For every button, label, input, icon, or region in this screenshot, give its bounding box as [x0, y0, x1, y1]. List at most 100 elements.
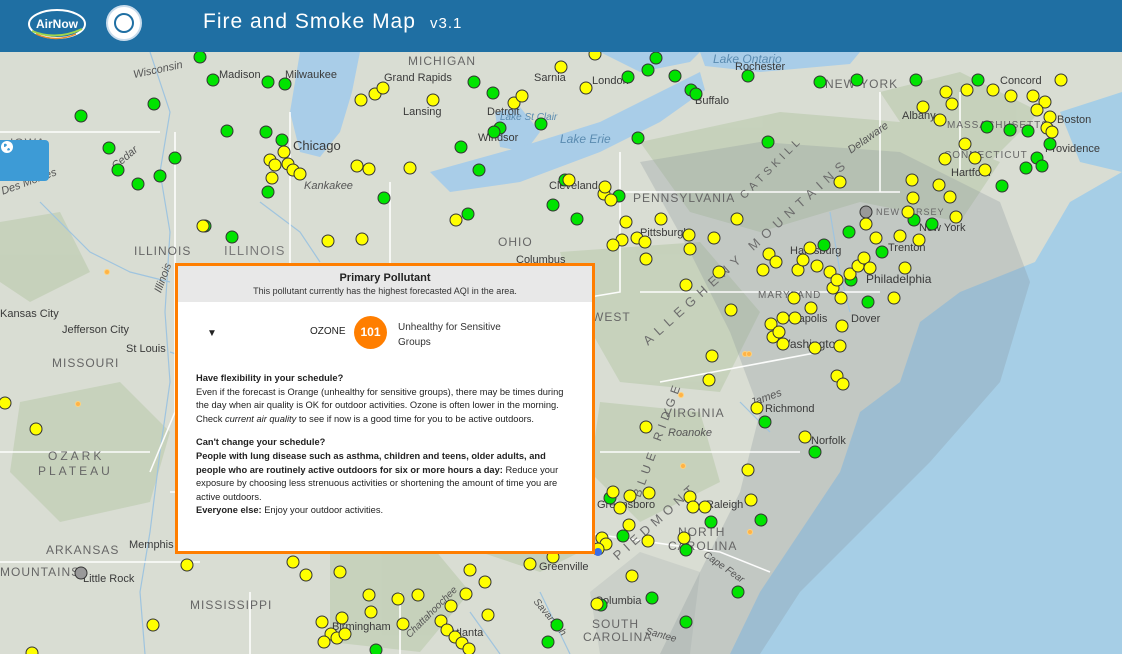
monitor-marker[interactable] [515, 89, 529, 103]
monitor-marker[interactable] [810, 259, 824, 273]
monitor-marker[interactable] [836, 377, 850, 391]
monitor-marker[interactable] [278, 77, 292, 91]
monitor-marker[interactable] [1035, 159, 1049, 173]
monitor-marker[interactable] [376, 81, 390, 95]
monitor-marker[interactable] [1003, 123, 1017, 137]
monitor-marker[interactable] [598, 180, 612, 194]
monitor-marker[interactable] [625, 569, 639, 583]
monitor-marker[interactable] [335, 611, 349, 625]
monitor-marker[interactable] [960, 83, 974, 97]
monitor-marker[interactable] [265, 171, 279, 185]
monitor-marker[interactable] [534, 117, 548, 131]
monitor-marker[interactable] [338, 627, 352, 641]
monitor-marker[interactable] [631, 131, 645, 145]
monitor-marker[interactable] [286, 555, 300, 569]
monitor-marker[interactable] [803, 241, 817, 255]
monitor-marker[interactable] [813, 75, 827, 89]
monitor-marker[interactable] [769, 255, 783, 269]
monitor-marker[interactable] [1004, 89, 1018, 103]
monitor-marker[interactable] [153, 169, 167, 183]
monitor-marker[interactable] [299, 568, 313, 582]
monitor-marker[interactable] [932, 178, 946, 192]
monitor-marker[interactable] [833, 339, 847, 353]
monitor-marker[interactable] [909, 73, 923, 87]
monitor-marker[interactable] [772, 325, 786, 339]
monitor-marker[interactable] [206, 73, 220, 87]
monitor-marker[interactable] [705, 349, 719, 363]
monitor-marker[interactable] [1019, 161, 1033, 175]
monitor-marker[interactable] [654, 212, 668, 226]
monitor-marker[interactable] [606, 238, 620, 252]
monitor-marker[interactable] [850, 73, 864, 87]
monitor-marker[interactable] [776, 311, 790, 325]
monitor-marker[interactable] [355, 232, 369, 246]
monitor-marker[interactable] [562, 173, 576, 187]
monitor-marker[interactable] [833, 175, 847, 189]
monitor-marker[interactable] [478, 575, 492, 589]
monitor-marker[interactable] [639, 420, 653, 434]
monitor-marker[interactable] [971, 73, 985, 87]
monitor-marker[interactable] [277, 145, 291, 159]
monitor-marker[interactable] [925, 217, 939, 231]
monitor-marker[interactable] [619, 215, 633, 229]
monitor-marker[interactable] [707, 231, 721, 245]
monitor-marker[interactable] [756, 263, 770, 277]
monitor-marker[interactable] [724, 303, 738, 317]
monitor-marker[interactable] [350, 159, 364, 173]
monitor-marker[interactable] [698, 500, 712, 514]
monitor-marker[interactable] [146, 618, 160, 632]
monitor-marker[interactable] [901, 205, 915, 219]
monitor-marker[interactable] [333, 565, 347, 579]
monitor-marker[interactable] [321, 234, 335, 248]
monitor-marker[interactable] [180, 558, 194, 572]
monitor-marker[interactable] [590, 597, 604, 611]
fire-detection-marker[interactable] [104, 269, 110, 275]
monitor-marker[interactable] [426, 93, 440, 107]
monitor-marker[interactable] [268, 158, 282, 172]
monitor-marker[interactable] [472, 163, 486, 177]
monitor-marker[interactable] [869, 231, 883, 245]
monitor-marker[interactable] [616, 529, 630, 543]
monitor-marker[interactable] [317, 635, 331, 649]
monitor-marker[interactable] [1043, 110, 1057, 124]
monitor-marker[interactable] [741, 463, 755, 477]
monitor-marker[interactable] [730, 212, 744, 226]
monitor-marker[interactable] [798, 430, 812, 444]
monitor-marker[interactable] [364, 605, 378, 619]
monitor-marker[interactable] [444, 599, 458, 613]
monitor-marker[interactable] [523, 557, 537, 571]
current-air-quality-link[interactable]: current air quality [225, 414, 296, 424]
monitor-marker[interactable] [808, 445, 822, 459]
monitor-marker[interactable] [639, 252, 653, 266]
fire-detection-marker[interactable] [746, 351, 752, 357]
monitor-marker[interactable] [686, 500, 700, 514]
monitor-marker[interactable] [168, 151, 182, 165]
monitor-marker[interactable] [261, 75, 275, 89]
monitor-marker[interactable] [754, 513, 768, 527]
monitor-marker[interactable] [481, 608, 495, 622]
monitor-marker[interactable] [863, 261, 877, 275]
monitor-marker[interactable] [623, 489, 637, 503]
monitor-marker[interactable] [1054, 73, 1068, 87]
monitor-marker[interactable] [679, 278, 693, 292]
monitor-marker[interactable] [486, 86, 500, 100]
fire-detection-marker[interactable] [678, 392, 684, 398]
monitor-marker[interactable] [776, 337, 790, 351]
expand-caret-icon[interactable]: ▼ [207, 328, 217, 339]
monitor-marker[interactable] [906, 191, 920, 205]
monitor-marker[interactable] [817, 238, 831, 252]
monitor-marker[interactable] [875, 245, 889, 259]
monitor-marker[interactable] [712, 265, 726, 279]
airnow-logo[interactable]: AirNow [26, 7, 88, 41]
monitor-marker[interactable] [887, 291, 901, 305]
monitor-marker[interactable] [744, 493, 758, 507]
monitor-marker[interactable] [933, 113, 947, 127]
monitor-marker[interactable] [788, 311, 802, 325]
monitor-marker[interactable] [830, 273, 844, 287]
monitor-marker[interactable] [369, 643, 383, 654]
monitor-marker[interactable] [606, 485, 620, 499]
monitor-marker[interactable] [554, 60, 568, 74]
monitor-marker[interactable] [131, 177, 145, 191]
monitor-marker[interactable] [796, 253, 810, 267]
monitor-marker[interactable] [787, 291, 801, 305]
